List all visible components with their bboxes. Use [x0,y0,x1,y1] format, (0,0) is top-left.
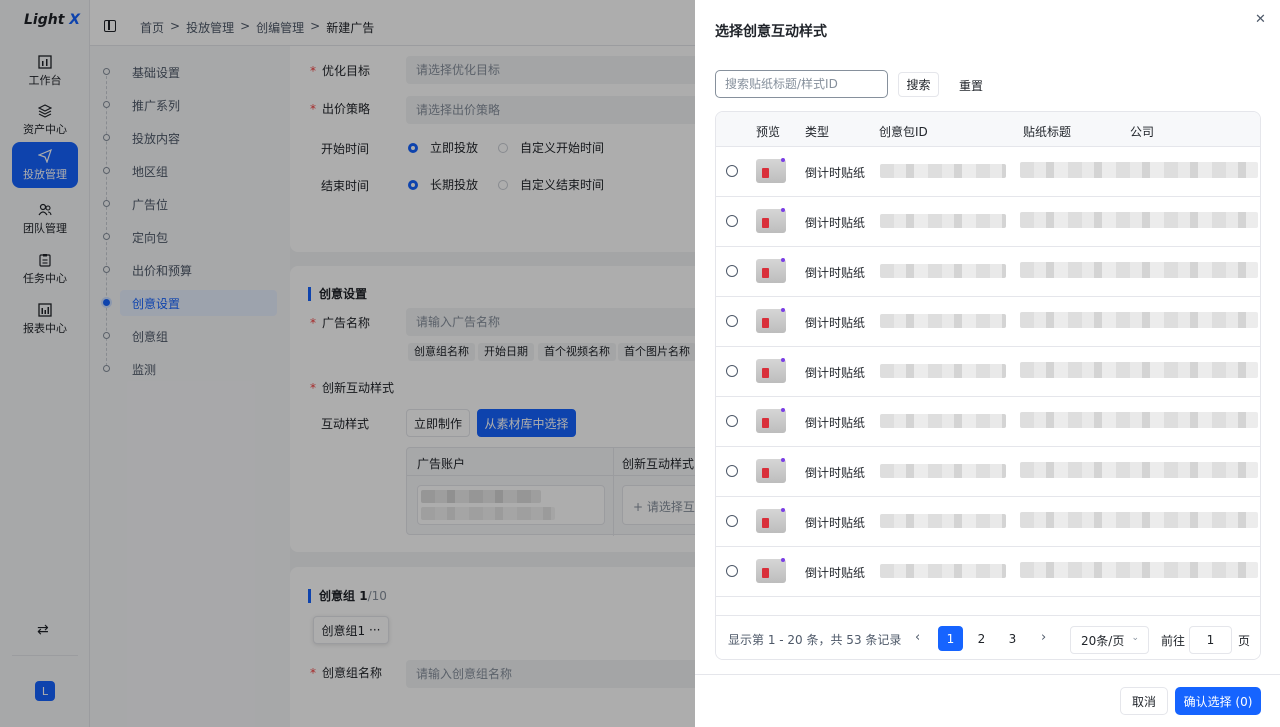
sticker-title-redacted [1020,562,1258,578]
page-2[interactable]: 2 [969,626,994,651]
row-type: 倒计时贴纸 [805,366,866,380]
row-radio[interactable] [726,565,738,577]
col-type: 类型 [805,125,830,139]
sticker-search-input[interactable]: 搜索贴纸标题/样式ID [715,70,888,98]
package-id-redacted [880,264,1006,278]
sticker-preview-thumbnail[interactable] [756,458,786,483]
package-id-redacted [880,414,1006,428]
search-button[interactable]: 搜索 [898,72,939,97]
table-row[interactable]: 倒计时贴纸 [716,397,1260,447]
row-radio[interactable] [726,415,738,427]
table-row[interactable]: 倒计时贴纸 [716,347,1260,397]
row-type: 倒计时贴纸 [805,466,866,480]
sticker-title-redacted [1020,412,1258,428]
sticker-preview-thumbnail[interactable] [756,408,786,433]
table-row[interactable]: 倒计时贴纸 [716,197,1260,247]
table-header: 预览 类型 创意包ID 贴纸标题 公司 [716,112,1260,147]
page-1[interactable]: 1 [938,626,963,651]
sticker-preview-thumbnail[interactable] [756,358,786,383]
row-type: 倒计时贴纸 [805,216,866,230]
row-radio[interactable] [726,365,738,377]
row-radio[interactable] [726,165,738,177]
sticker-title-redacted [1020,362,1258,378]
package-id-redacted [880,214,1006,228]
sticker-title-redacted [1020,462,1258,478]
sticker-title-redacted [1020,312,1258,328]
package-id-redacted [880,464,1006,478]
row-type: 倒计时贴纸 [805,316,866,330]
drawer-footer-divider [695,674,1280,675]
package-id-redacted [880,364,1006,378]
modal-overlay[interactable] [0,0,695,727]
cancel-button[interactable]: 取消 [1120,687,1168,715]
total-text: 显示第 1 - 20 条，共 53 条记录 [728,633,902,647]
confirm-select-button[interactable]: 确认选择 (0) [1175,687,1261,715]
row-type: 倒计时贴纸 [805,566,866,580]
sticker-title-redacted [1020,262,1258,278]
col-company: 公司 [1130,125,1155,139]
sticker-preview-thumbnail[interactable] [756,508,786,533]
style-table: 预览 类型 创意包ID 贴纸标题 公司 倒计时贴纸 倒计时贴纸 倒计时贴纸 倒计时贴纸… [715,111,1261,660]
sticker-title-redacted [1020,512,1258,528]
table-row[interactable]: 倒计时贴纸 [716,147,1260,197]
package-id-redacted [880,164,1006,178]
pagination: 显示第 1 - 20 条，共 53 条记录 ‹ 1 2 3 › 20条/页 ⌄ 前… [716,615,1260,659]
table-row[interactable]: 倒计时贴纸 [716,497,1260,547]
package-id-redacted [880,514,1006,528]
goto-label: 前往 [1161,634,1186,648]
prev-page-icon[interactable]: ‹ [915,630,920,645]
table-row[interactable]: 倒计时贴纸 [716,297,1260,347]
col-sticker-title: 贴纸标题 [1023,125,1072,139]
style-picker-drawer: 选择创意互动样式 ✕ 搜索贴纸标题/样式ID 搜索 重置 预览 类型 创意包ID… [695,0,1280,727]
page-size-select[interactable]: 20条/页 ⌄ [1070,626,1149,654]
close-icon[interactable]: ✕ [1255,12,1266,27]
row-radio[interactable] [726,515,738,527]
page-unit: 页 [1238,634,1251,648]
row-radio[interactable] [726,265,738,277]
row-radio[interactable] [726,465,738,477]
reset-button[interactable]: 重置 [959,77,983,94]
col-preview: 预览 [756,125,781,139]
row-type: 倒计时贴纸 [805,266,866,280]
sticker-title-redacted [1020,212,1258,228]
row-radio[interactable] [726,215,738,227]
row-radio[interactable] [726,315,738,327]
sticker-preview-thumbnail[interactable] [756,208,786,233]
package-id-redacted [880,564,1006,578]
col-package-id: 创意包ID [879,125,928,139]
table-row[interactable]: 倒计时贴纸 [716,547,1260,597]
goto-page-input[interactable]: 1 [1189,626,1232,654]
package-id-redacted [880,314,1006,328]
sticker-preview-thumbnail[interactable] [756,258,786,283]
sticker-preview-thumbnail[interactable] [756,558,786,583]
page-3[interactable]: 3 [1000,626,1025,651]
drawer-title: 选择创意互动样式 [715,24,827,40]
chevron-down-icon: ⌄ [1131,633,1139,643]
row-type: 倒计时贴纸 [805,416,866,430]
sticker-preview-thumbnail[interactable] [756,308,786,333]
sticker-preview-thumbnail[interactable] [756,158,786,183]
next-page-icon[interactable]: › [1041,630,1046,645]
table-row[interactable]: 倒计时贴纸 [716,447,1260,497]
row-type: 倒计时贴纸 [805,516,866,530]
table-row[interactable]: 倒计时贴纸 [716,247,1260,297]
row-type: 倒计时贴纸 [805,166,866,180]
sticker-title-redacted [1020,162,1258,178]
